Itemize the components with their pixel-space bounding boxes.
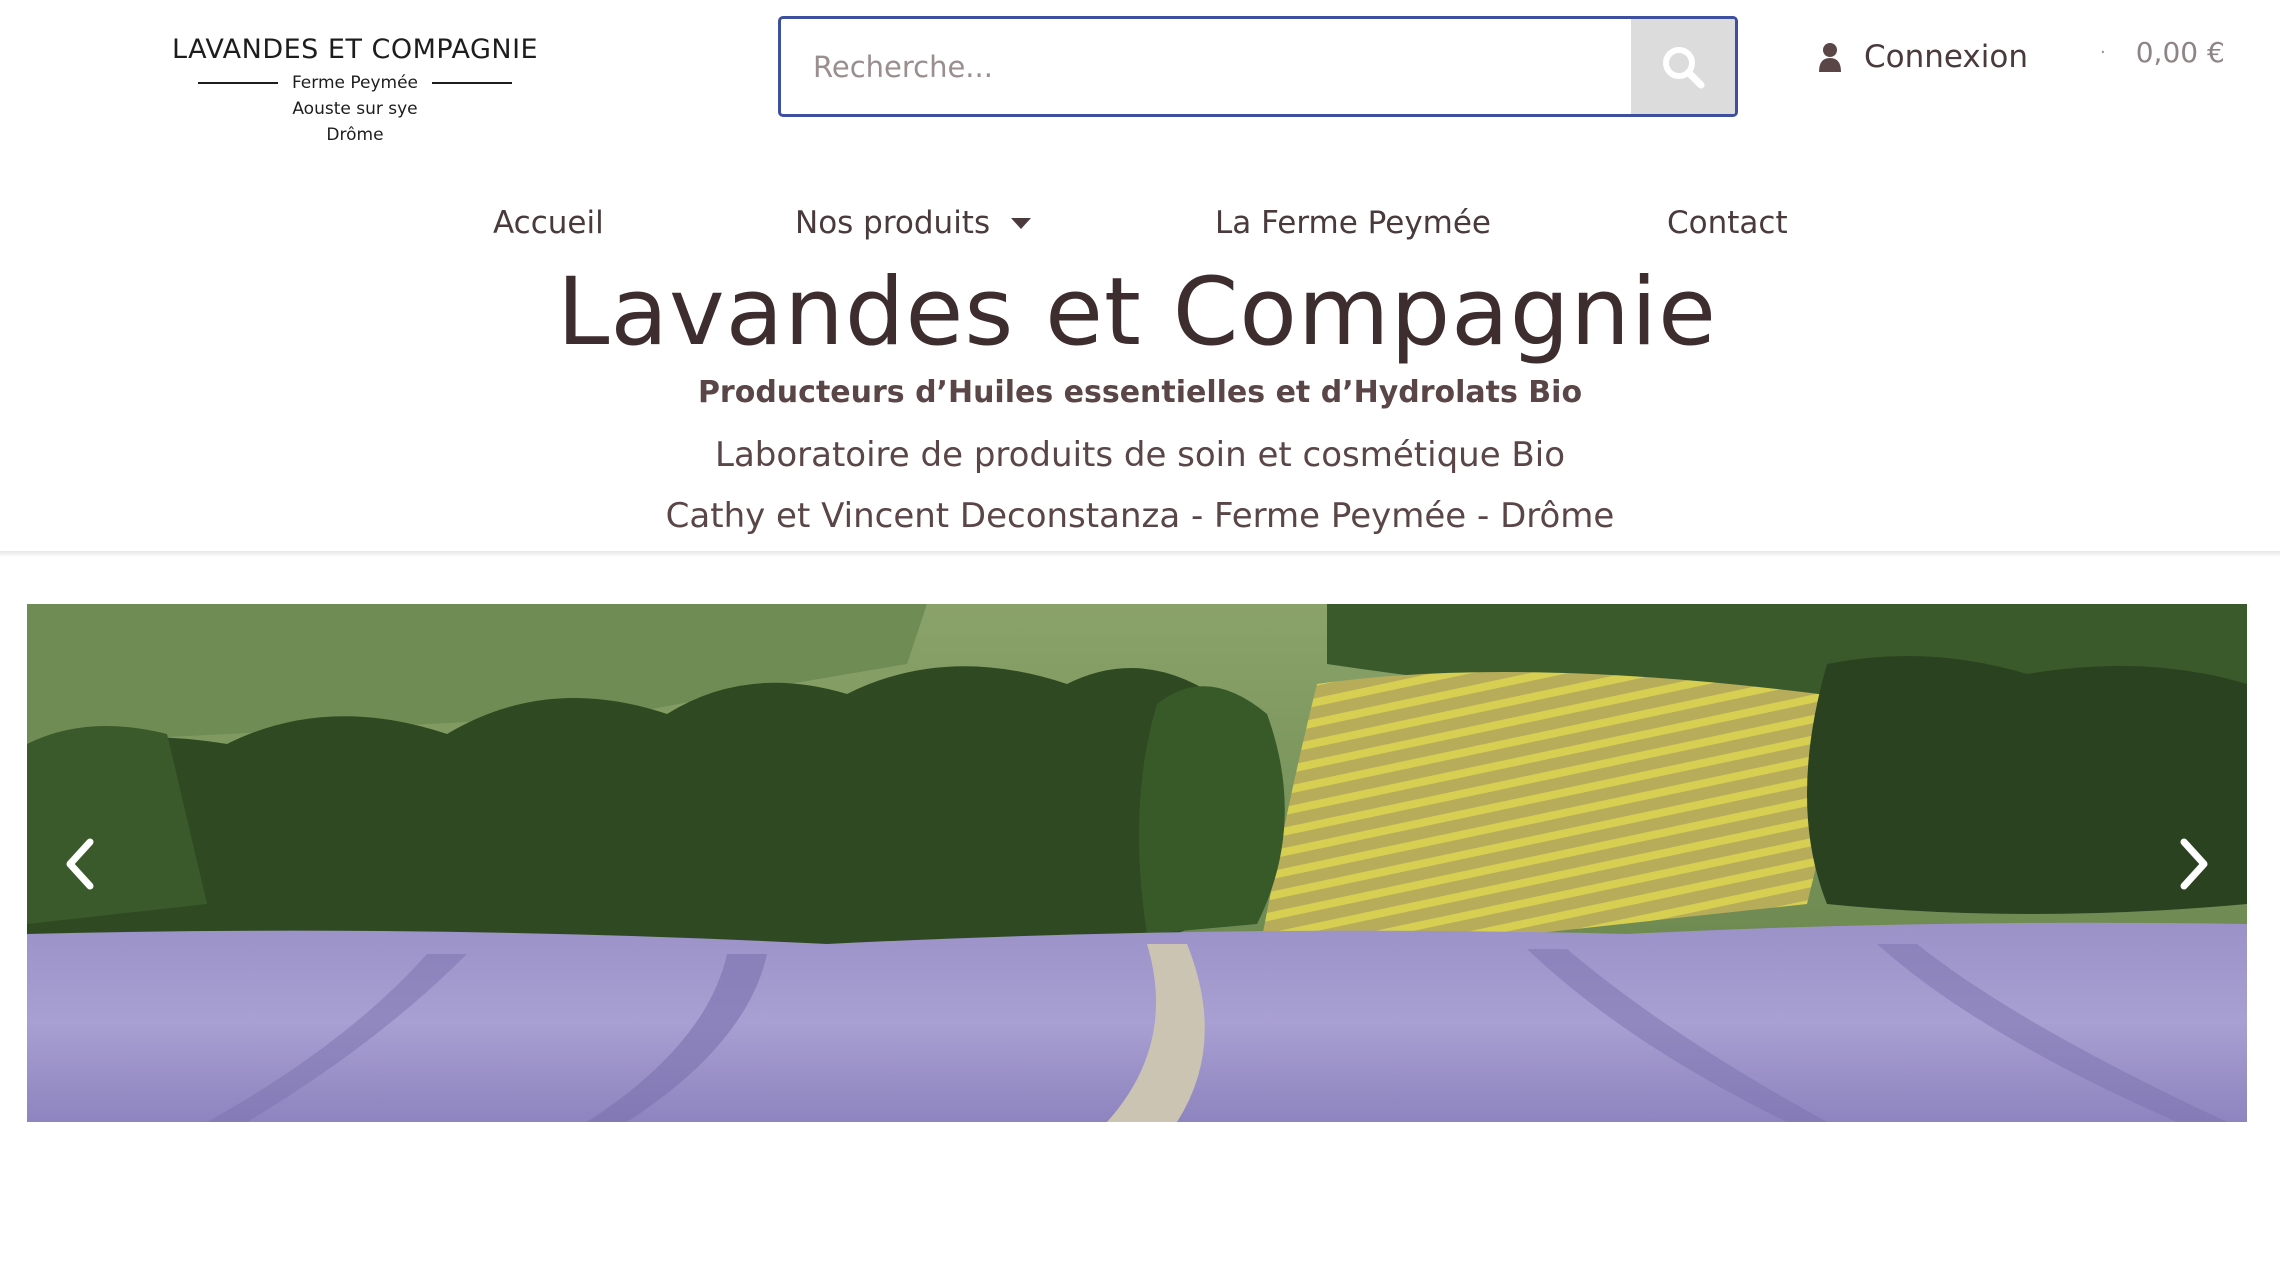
page: LAVANDES ET COMPAGNIE Ferme Peymée Aoust… [0,0,2280,1282]
hero-carousel[interactable] [27,604,2247,1122]
cart-separator: · [2100,41,2106,63]
chevron-left-icon [66,838,94,890]
site-header-text: Lavandes et Compagnie Producteurs d’Huil… [0,258,2280,538]
header-divider [0,551,2280,557]
search-icon [1663,46,1705,88]
nav-item-label: Contact [1667,205,1788,241]
chevron-right-icon [2180,838,2208,890]
logo-line-1: Ferme Peymée [291,73,419,93]
site-owners: Cathy et Vincent Deconstanza - Ferme Pey… [665,496,1615,536]
logo-line-3: Drôme [326,125,384,145]
nav-item-contact[interactable]: Contact [1667,205,1788,241]
logo-title: LAVANDES ET COMPAGNIE [172,34,539,65]
login-link[interactable]: Connexion [1818,33,2028,81]
caret-down-icon [1011,218,1032,229]
login-label: Connexion [1864,39,2029,75]
user-icon [1819,43,1841,72]
search-input[interactable] [781,19,1631,114]
search-button[interactable] [1631,19,1735,114]
nav-item-label: Nos produits [795,205,991,241]
nav-item-accueil[interactable]: Accueil [493,205,604,241]
carousel-next-button[interactable] [2165,834,2225,894]
lavender-field-image [27,604,2247,1122]
site-logo[interactable]: LAVANDES ET COMPAGNIE Ferme Peymée Aoust… [172,30,538,148]
site-title: Lavandes et Compagnie [557,258,1717,367]
logo-subtitle-row: Ferme Peymée [172,70,538,96]
site-subtitle: Producteurs d’Huiles essentielles et d’H… [697,375,1583,410]
nav-item-label: Accueil [493,205,604,241]
logo-divider-left [197,82,278,84]
nav-item-la-ferme-peymee[interactable]: La Ferme Peymée [1215,205,1491,241]
cart-total: 0,00 € [2135,35,2225,69]
cart-link[interactable]: · 0,00 € [2100,28,2225,76]
nav-item-label: La Ferme Peymée [1215,205,1492,241]
logo-divider-right [432,82,513,84]
main-nav: Accueil Nos produits La Ferme Peymée Con… [0,205,2280,255]
carousel-prev-button[interactable] [49,834,109,894]
nav-item-nos-produits[interactable]: Nos produits [795,205,1032,241]
site-tagline: Laboratoire de produits de soin et cosmé… [715,435,1565,475]
logo-line-2: Aouste sur sye [292,99,418,119]
search-bar [778,16,1738,117]
